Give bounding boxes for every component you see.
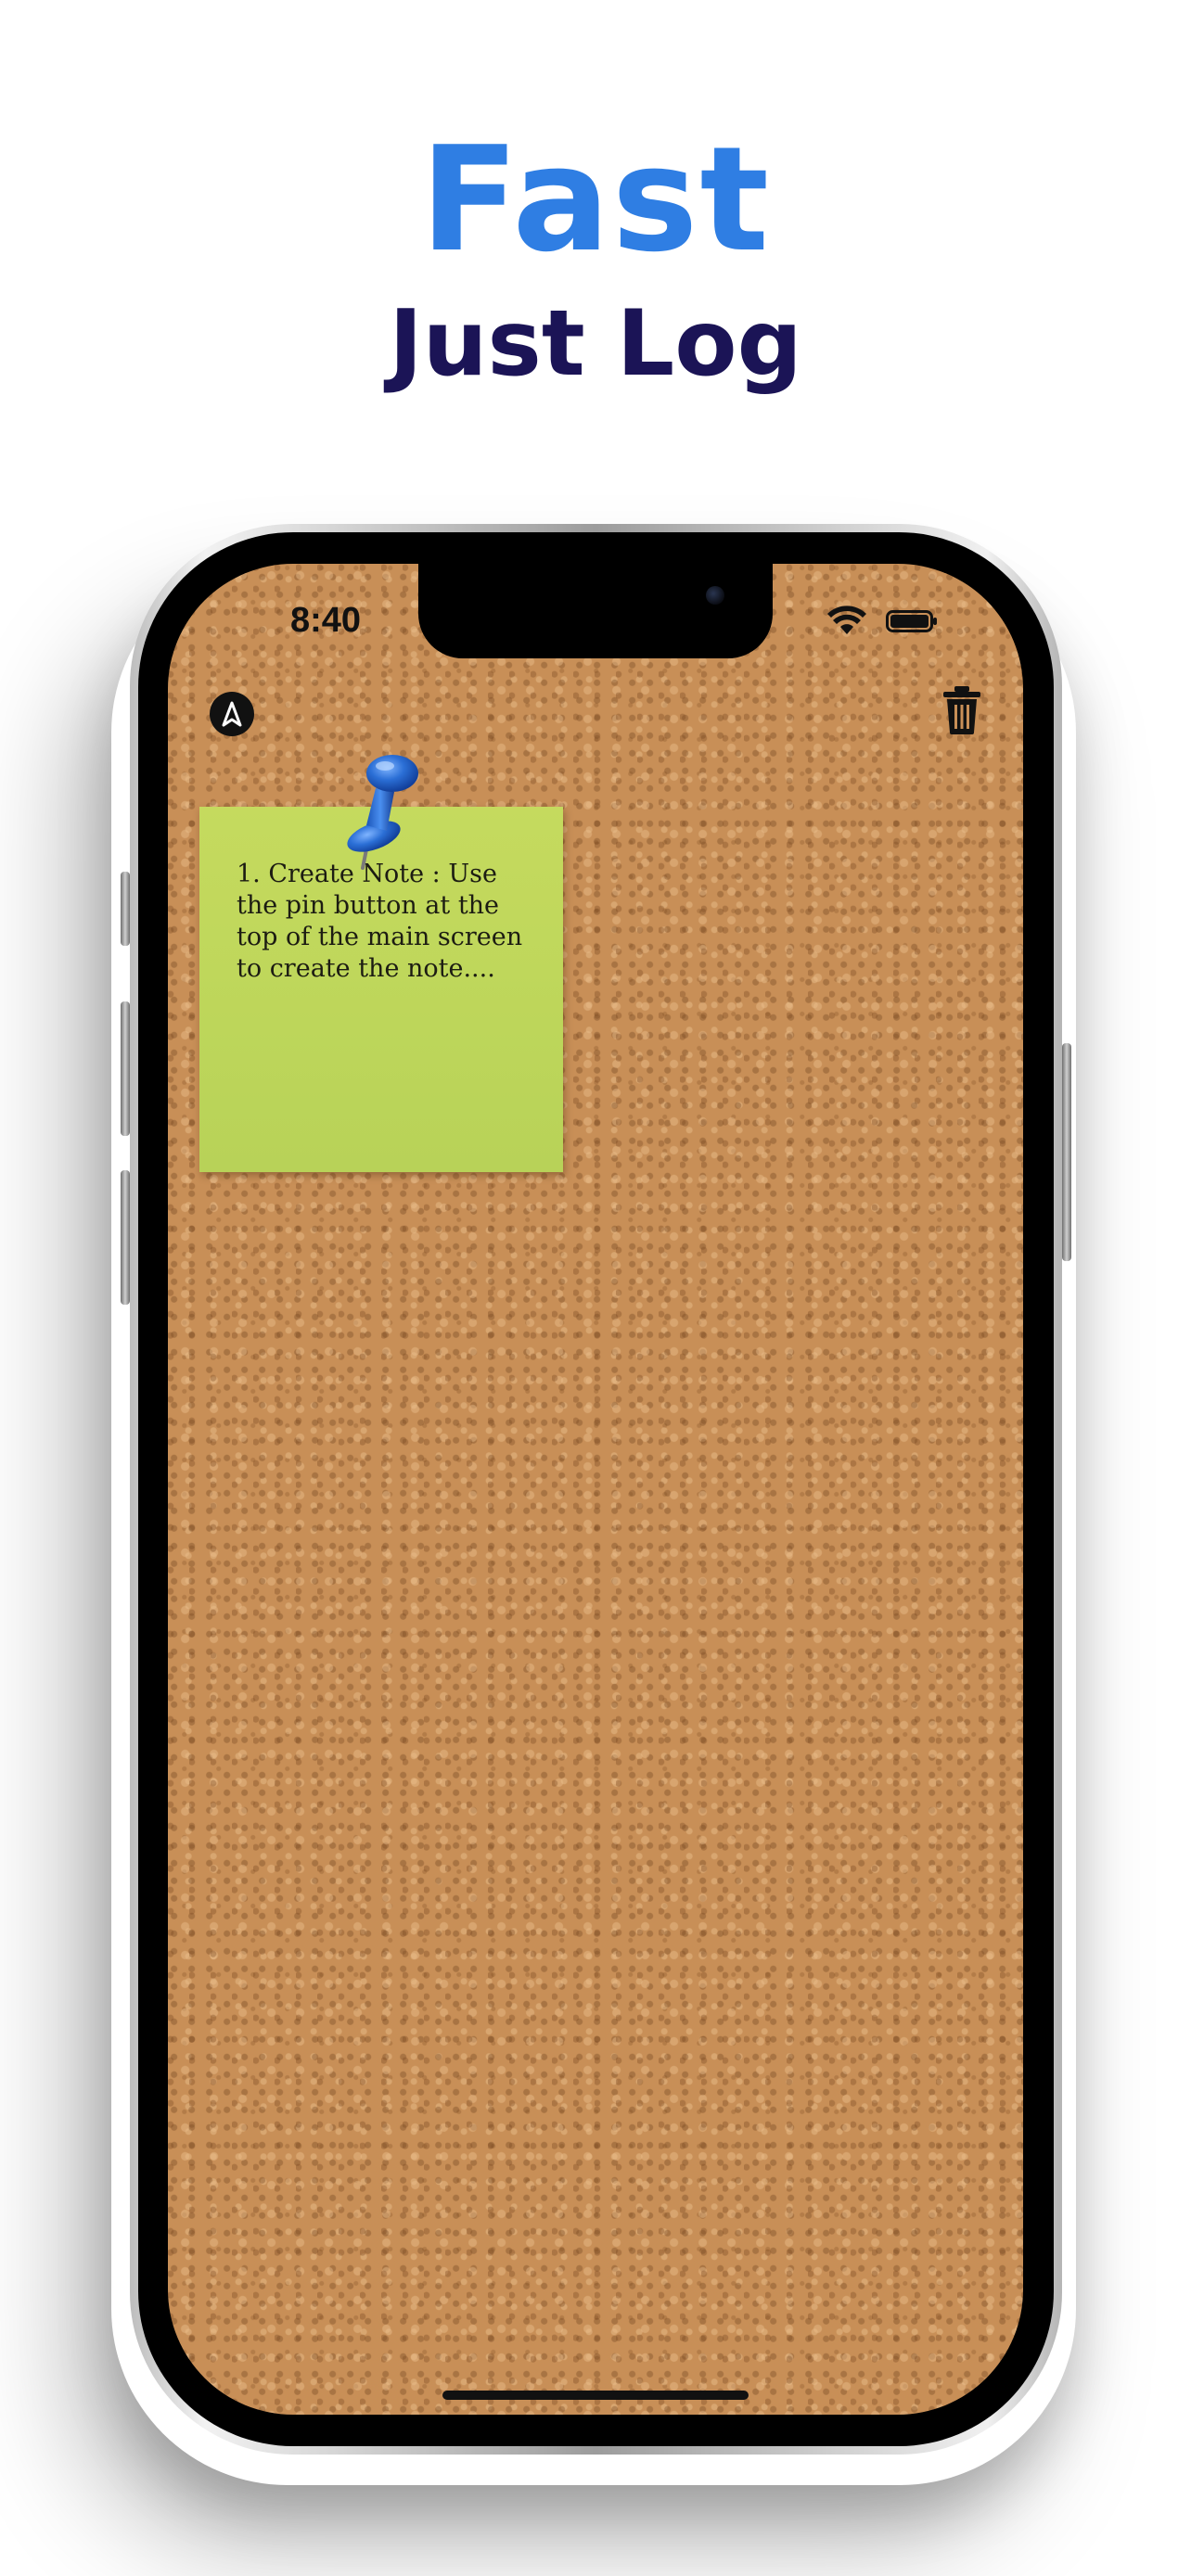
pushpin-icon [347, 755, 418, 870]
trash-icon[interactable] [941, 684, 983, 736]
phone-volume-up [121, 1001, 130, 1136]
note-text: 1. Create Note : Use the pin button at t… [237, 860, 523, 983]
phone-power-button [1062, 1043, 1071, 1261]
status-time: 8:40 [290, 601, 362, 640]
phone-notch [418, 564, 773, 658]
compass-icon [222, 701, 242, 727]
battery-icon [886, 610, 937, 632]
phone-silent-switch [121, 872, 130, 946]
front-camera [706, 586, 724, 605]
headline-subtitle: Just Log [389, 291, 802, 397]
corkboard-screen[interactable]: 8:40 1. Create Note : Use the pin button… [168, 564, 1023, 2415]
wifi-icon [827, 606, 866, 634]
home-indicator[interactable] [442, 2391, 749, 2400]
compass-button[interactable] [210, 692, 254, 736]
phone-volume-down [121, 1170, 130, 1305]
app-store-screenshot: Fast Just Log 8:40 1. Create Note: Use … [0, 0, 1191, 2576]
headline-title: Fast [419, 115, 772, 284]
